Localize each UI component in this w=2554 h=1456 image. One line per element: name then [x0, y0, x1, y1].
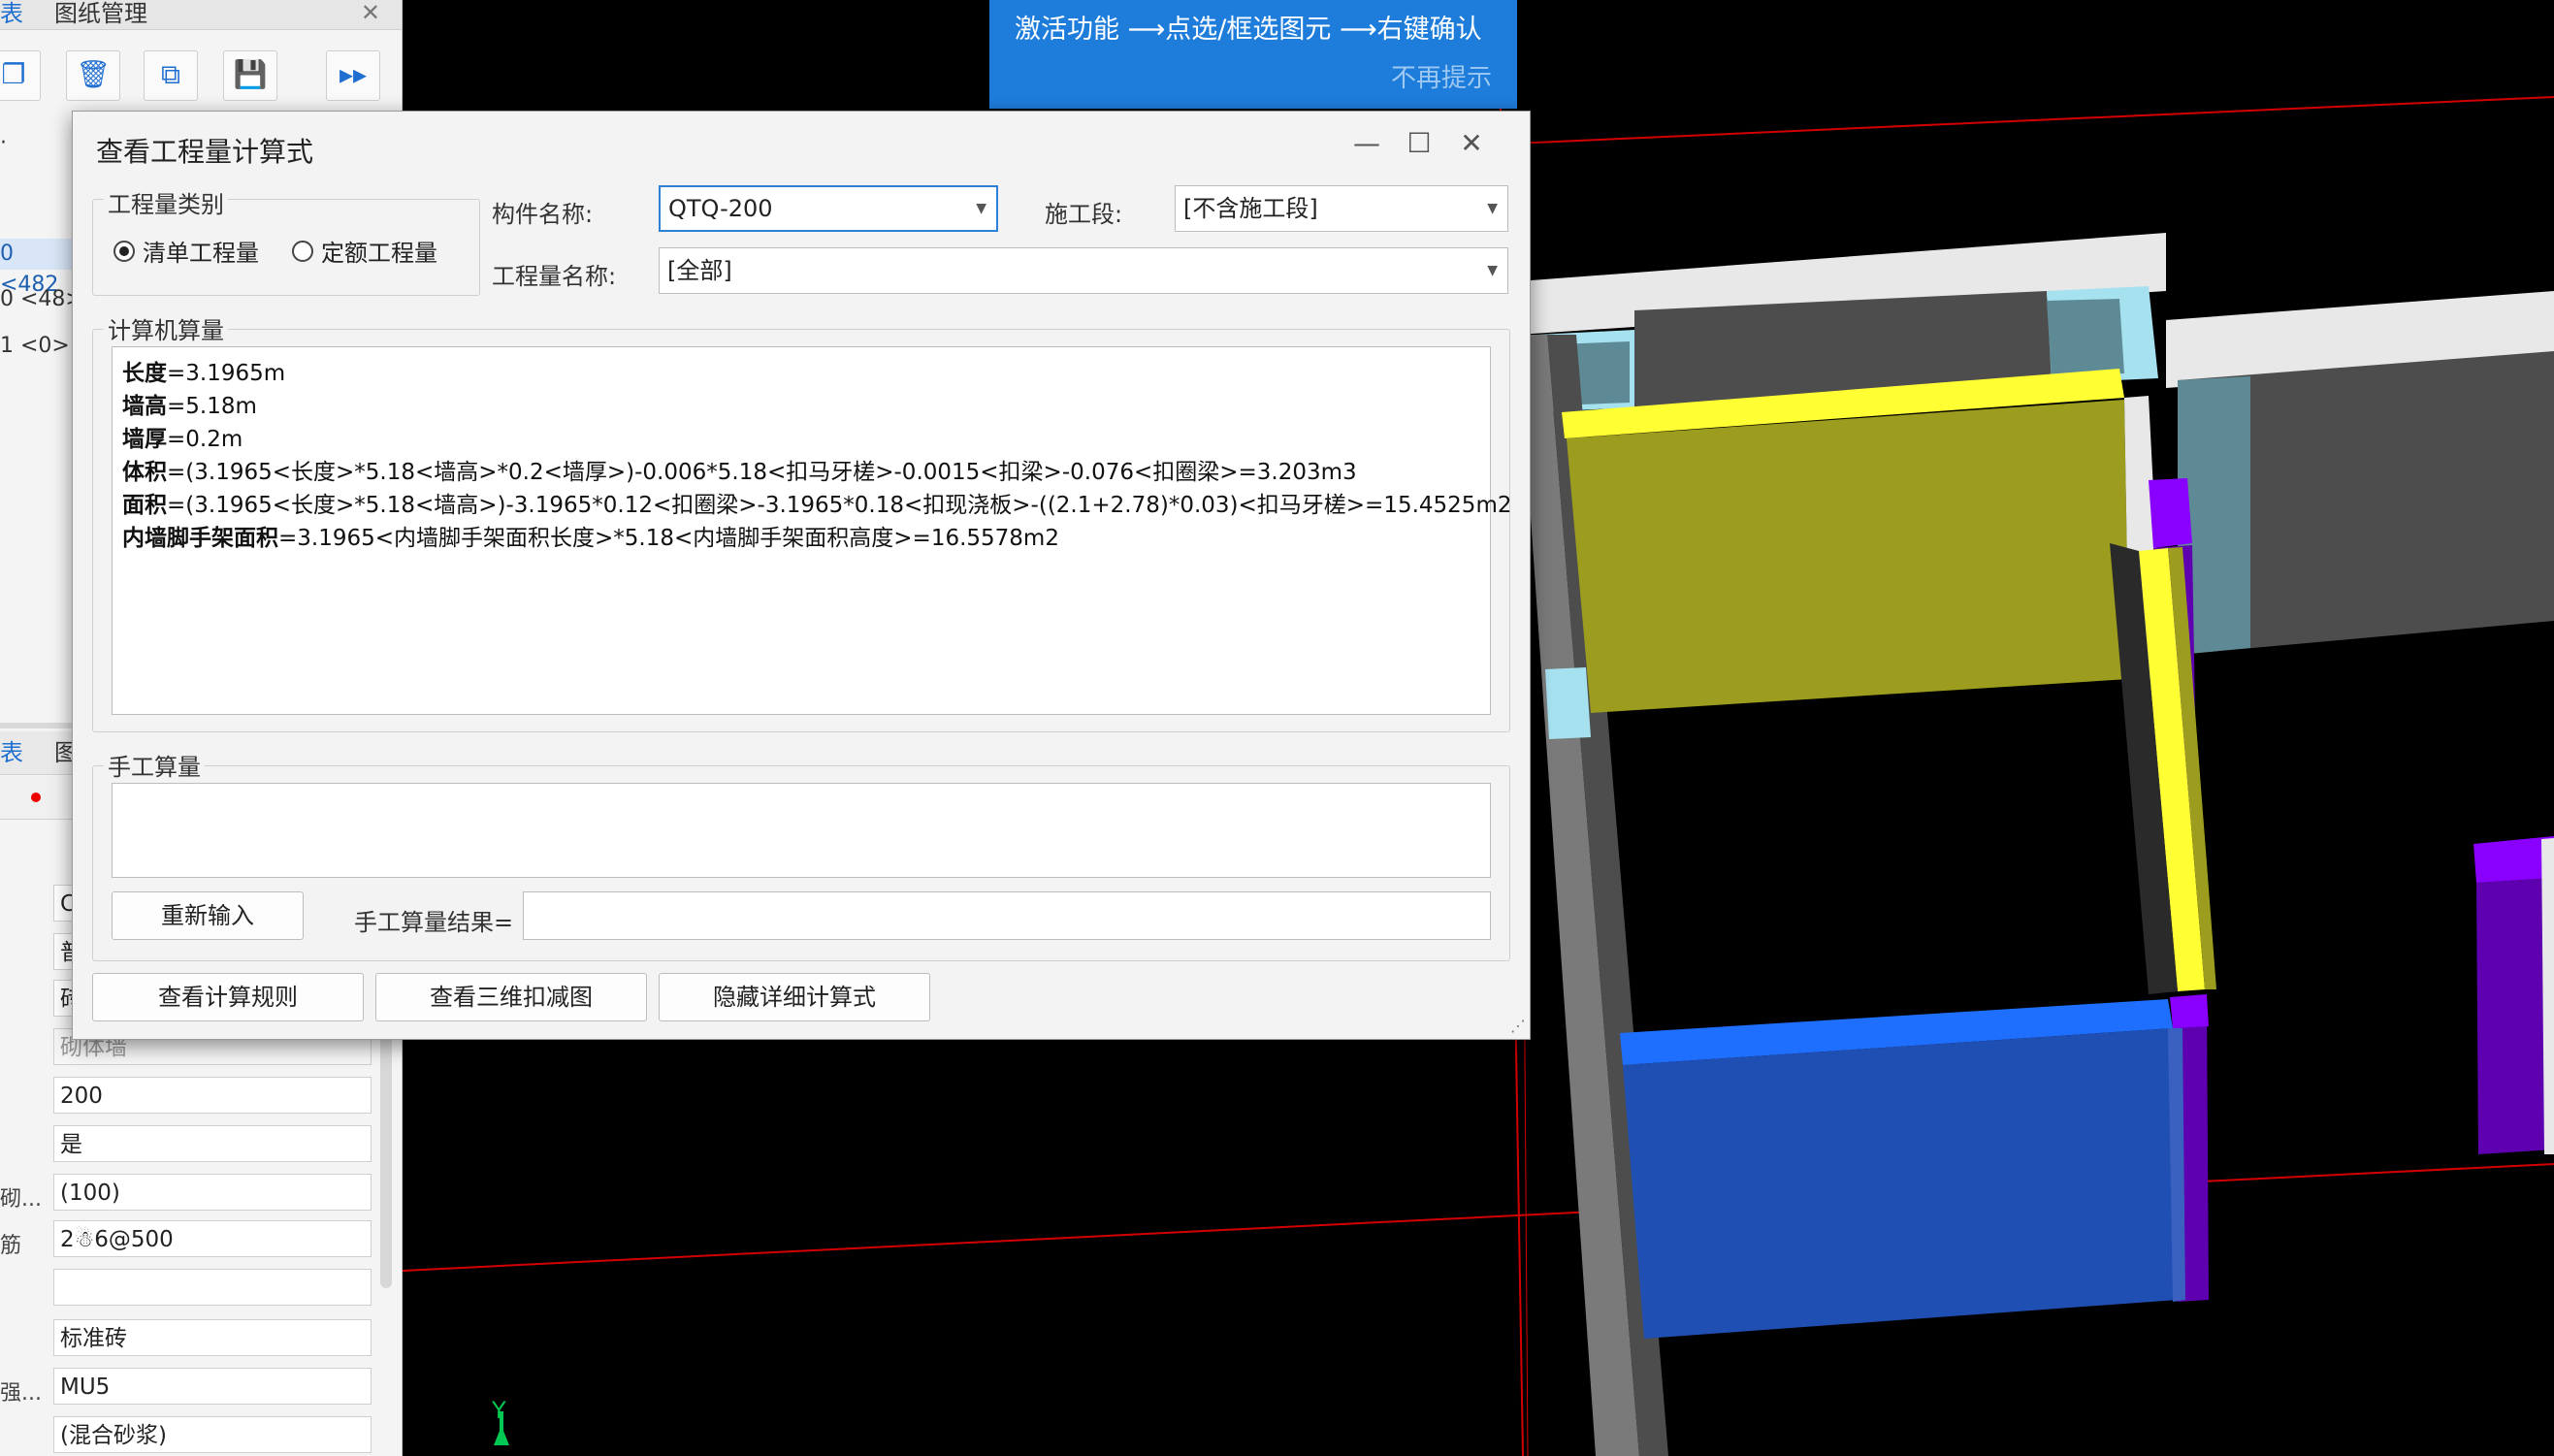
manual-result-label: 手工算量结果= — [354, 909, 514, 936]
more-icon[interactable]: ▸▸ — [326, 50, 380, 101]
chevron-down-icon: ▼ — [1487, 201, 1498, 216]
duplicate-icon[interactable]: ⧉ — [144, 50, 198, 101]
radio-bill-quantity[interactable]: 清单工程量 — [113, 234, 259, 268]
property-label: 强... — [0, 1381, 42, 1406]
list-item[interactable]: 0 <48> — [0, 287, 83, 311]
calc-expr: =3.1965m — [167, 361, 286, 386]
grid-line — [1469, 96, 2554, 146]
required-dot-icon — [31, 793, 41, 802]
tab-table[interactable]: 表 — [0, 0, 23, 29]
column-purple — [2149, 478, 2192, 548]
dialog-title: 查看工程量计算式 — [96, 136, 314, 168]
column — [1545, 667, 1591, 739]
manual-calc-textarea[interactable] — [112, 783, 1491, 878]
chevron-down-icon: ▼ — [976, 201, 986, 216]
calc-line-area: 面积=(3.1965<长度>*5.18<墙高>)-3.1965*0.12<扣圈梁… — [122, 489, 1511, 522]
calc-line-wall-thickness: 墙厚=0.2m — [122, 423, 1511, 456]
resize-grip-icon[interactable]: ⋰ — [1510, 1017, 1526, 1035]
wall-blue — [1623, 1028, 2178, 1339]
manual-result-input[interactable] — [523, 891, 1491, 940]
calc-line-scaffold-area: 内墙脚手架面积=3.1965<内墙脚手架面积长度>*5.18<内墙脚手架面积高度… — [122, 522, 1511, 555]
calc-name: 体积 — [122, 460, 167, 485]
calc-expr: =0.2m — [167, 427, 243, 452]
left-toolbar: ❐ 🗑 ⧉ 💾 ▸▸ — [0, 47, 402, 105]
calc-name: 面积 — [122, 493, 167, 518]
column-purple — [2170, 994, 2209, 1028]
grid-line — [403, 1163, 2554, 1272]
calc-line-length: 长度=3.1965m — [122, 357, 1511, 390]
chevron-down-icon: ▼ — [1487, 263, 1498, 278]
computer-calc-title: 计算机算量 — [104, 311, 228, 345]
calc-name: 长度 — [122, 361, 167, 386]
construction-stage-label: 施工段: — [1045, 201, 1123, 228]
close-icon[interactable]: ✕ — [361, 0, 380, 25]
property-value[interactable]: 200 — [53, 1077, 372, 1114]
hint-message: 激活功能 ⟶点选/框选图元 ⟶右键确认 — [1015, 15, 1482, 45]
quantity-name-select[interactable]: [全部] ▼ — [659, 247, 1508, 294]
calc-expr: =5.18m — [167, 394, 257, 419]
tab-properties[interactable]: 表 — [0, 739, 23, 768]
tab-drawing-management[interactable]: 图纸管理 — [54, 0, 147, 29]
quantity-formula-dialog: 查看工程量计算式 — ☐ ✕ 工程量类别 清单工程量 定额工程量 构件名称: Q… — [72, 111, 1531, 1040]
quantity-type-title: 工程量类别 — [104, 185, 228, 219]
property-value[interactable] — [53, 1269, 372, 1306]
hide-detail-formula-button[interactable]: 隐藏详细计算式 — [659, 973, 930, 1021]
axis-arrow-icon — [494, 1426, 509, 1445]
property-value[interactable]: (混合砂浆) — [53, 1416, 372, 1453]
manual-calc-title: 手工算量 — [104, 748, 205, 782]
construction-stage-select[interactable]: [不含施工段] ▼ — [1175, 185, 1508, 232]
property-label: 筋 — [0, 1234, 22, 1258]
calc-line-volume: 体积=(3.1965<长度>*5.18<墙高>*0.2<墙厚>)-0.006*5… — [122, 456, 1511, 489]
computer-calc-textarea[interactable]: 长度=3.1965m 墙高=5.18m 墙厚=0.2m 体积=(3.1965<长… — [112, 346, 1511, 715]
radio-label: 清单工程量 — [143, 240, 259, 267]
delete-icon[interactable]: 🗑 — [66, 50, 120, 101]
reenter-button[interactable]: 重新输入 — [112, 891, 304, 940]
calc-name: 墙高 — [122, 394, 167, 419]
quantity-name-value: [全部] — [667, 257, 732, 284]
hint-popup: 激活功能 ⟶点选/框选图元 ⟶右键确认 不再提示 — [989, 0, 1517, 109]
construction-stage-value: [不含施工段] — [1183, 195, 1318, 222]
list-marker: · — [0, 131, 7, 155]
dont-show-again-link[interactable]: 不再提示 — [1391, 58, 1492, 94]
calc-lines: 长度=3.1965m 墙高=5.18m 墙厚=0.2m 体积=(3.1965<长… — [122, 357, 1511, 555]
view-3d-deduction-button[interactable]: 查看三维扣减图 — [375, 973, 647, 1021]
calc-name: 内墙脚手架面积 — [122, 526, 278, 551]
property-value[interactable]: 标准砖 — [53, 1319, 372, 1356]
left-panel-tabs: 表 图纸管理 ✕ — [0, 0, 402, 30]
list-item[interactable]: 0 <482 — [0, 239, 78, 297]
axis-label: Y — [492, 1397, 506, 1424]
radio-selected-icon — [113, 240, 135, 262]
calc-expr: =3.1965<内墙脚手架面积长度>*5.18<内墙脚手架面积高度>=16.55… — [278, 526, 1059, 551]
radio-quota-quantity[interactable]: 定额工程量 — [292, 234, 437, 268]
component-name-label: 构件名称: — [492, 201, 594, 228]
wall-olive — [1567, 400, 2129, 713]
calc-name: 墙厚 — [122, 427, 167, 452]
minimize-icon[interactable]: — — [1349, 127, 1384, 162]
quantity-name-label: 工程量名称: — [492, 263, 617, 290]
radio-label: 定额工程量 — [321, 240, 437, 267]
save-icon[interactable]: 💾 — [223, 50, 277, 101]
radio-unselected-icon — [292, 240, 313, 262]
property-label: 砌... — [0, 1187, 42, 1212]
component-name-select[interactable]: QTQ-200 ▼ — [659, 185, 998, 232]
column-face — [2047, 299, 2124, 376]
calc-expr: =(3.1965<长度>*5.18<墙高>*0.2<墙厚>)-0.006*5.1… — [167, 460, 1357, 485]
calc-expr: =(3.1965<长度>*5.18<墙高>)-3.1965*0.12<扣圈梁>-… — [167, 493, 1512, 518]
property-value[interactable]: MU5 — [53, 1368, 372, 1405]
property-value[interactable]: 是 — [53, 1125, 372, 1162]
copy-icon[interactable]: ❐ — [0, 50, 41, 101]
property-value[interactable]: (100) — [53, 1174, 372, 1211]
list-item[interactable]: 1 <0> — [0, 334, 70, 358]
maximize-icon[interactable]: ☐ — [1402, 127, 1437, 162]
property-value[interactable]: 2☃6@500 — [53, 1220, 372, 1257]
close-icon[interactable]: ✕ — [1454, 127, 1489, 162]
calc-line-wall-height: 墙高=5.18m — [122, 390, 1511, 423]
component-name-value: QTQ-200 — [668, 195, 773, 222]
view-rules-button[interactable]: 查看计算规则 — [92, 973, 364, 1021]
